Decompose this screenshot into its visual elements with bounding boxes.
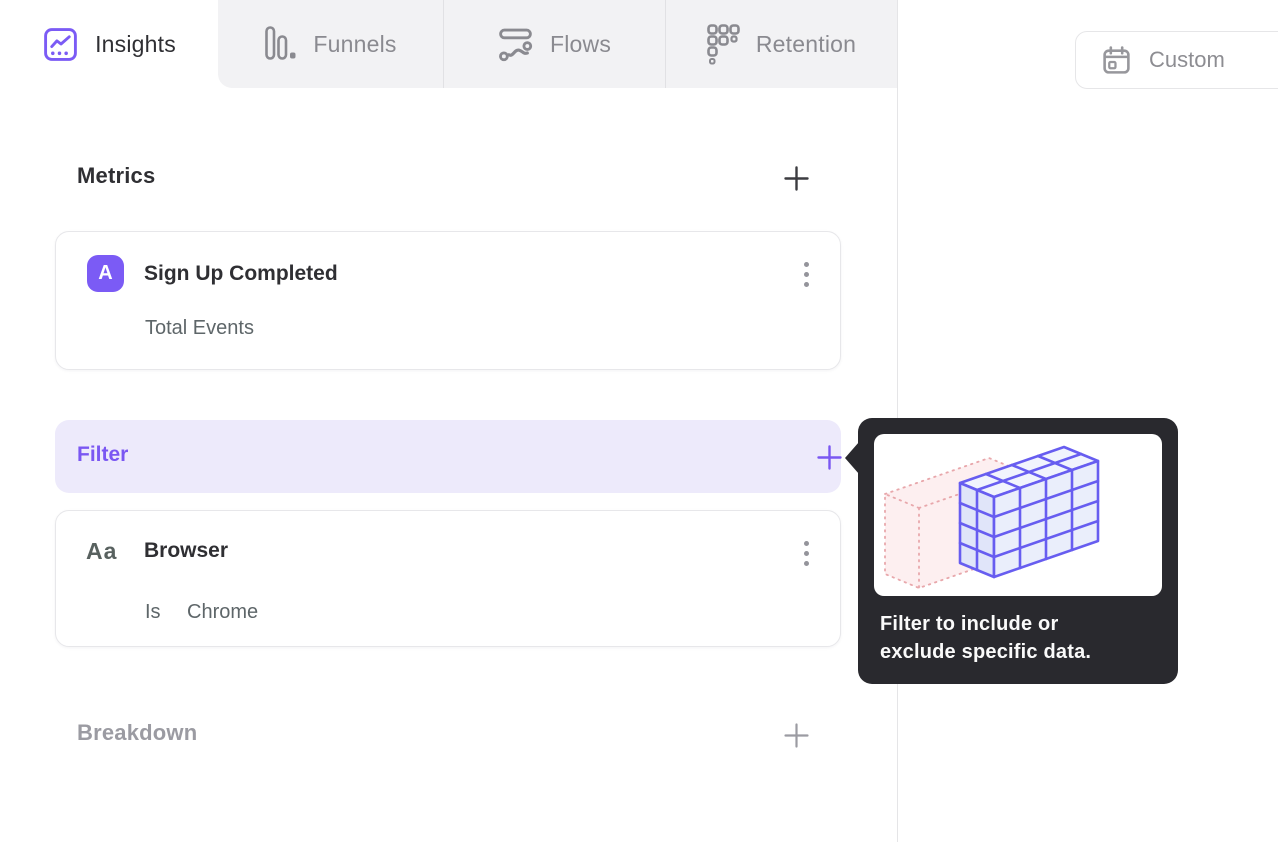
tab-insights-label: Insights (95, 30, 176, 57)
tab-insights[interactable]: Insights (0, 0, 218, 88)
tab-funnels[interactable]: Funnels (218, 0, 443, 88)
calendar-icon (1101, 45, 1132, 76)
tab-divider (443, 0, 444, 88)
string-property-icon: Aa (86, 538, 118, 564)
metric-aggregation[interactable]: Total Events (145, 317, 254, 340)
tab-flows[interactable]: Flows (443, 0, 665, 88)
add-breakdown-button[interactable] (778, 717, 814, 753)
query-builder-panel: Insights Funnels Flows Retention Metrics… (0, 0, 898, 842)
kebab-menu-icon[interactable] (792, 256, 820, 292)
filter-heading: Filter (77, 443, 129, 466)
plus-icon (816, 444, 843, 471)
tooltip-arrow (845, 442, 859, 474)
tab-retention[interactable]: Retention (665, 0, 897, 88)
dot-grid-icon (706, 23, 740, 65)
breakdown-heading: Breakdown (77, 720, 198, 745)
tab-divider (665, 0, 666, 88)
report-type-tabbar: Insights Funnels Flows Retention (0, 0, 897, 88)
tab-retention-label: Retention (755, 30, 857, 57)
metrics-heading: Metrics (77, 163, 156, 188)
filter-value[interactable]: Chrome (187, 601, 258, 624)
tab-flows-label: Flows (549, 30, 612, 57)
tooltip-text: Filter to include or exclude specific da… (880, 613, 1092, 663)
add-metric-button[interactable] (778, 160, 814, 196)
filter-card-browser[interactable]: Aa Browser Is Chrome (55, 510, 841, 647)
metric-series-badge: A (87, 255, 124, 292)
filter-operator[interactable]: Is (145, 601, 161, 624)
plus-icon (783, 165, 810, 192)
plus-icon (783, 722, 810, 749)
flow-wave-icon (497, 26, 534, 63)
add-filter-button[interactable] (811, 439, 847, 475)
funnel-bars-icon (264, 25, 297, 63)
metric-title: Sign Up Completed (144, 262, 338, 285)
date-range-custom-button[interactable]: Custom (1075, 31, 1278, 89)
filter-tooltip: Filter to include or exclude specific da… (845, 418, 1178, 684)
filter-section-row: Filter (55, 420, 842, 493)
filter-cube-illustration (874, 434, 1162, 596)
date-range-label: Custom (1149, 47, 1225, 72)
tab-funnels-label: Funnels (313, 30, 397, 57)
kebab-menu-icon[interactable] (792, 535, 820, 571)
filter-property-name: Browser (144, 539, 229, 562)
metric-card-sign-up-completed[interactable]: A Sign Up Completed Total Events (55, 231, 841, 370)
line-chart-icon (42, 26, 79, 63)
